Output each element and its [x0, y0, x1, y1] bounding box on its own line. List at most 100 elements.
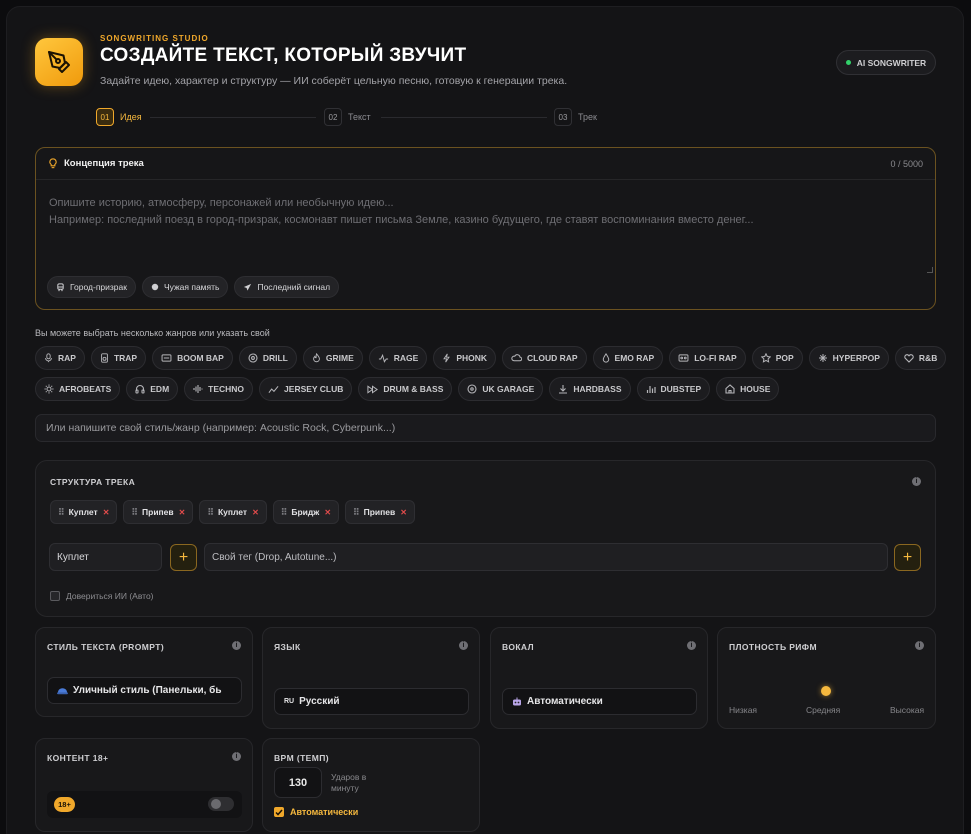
text-style-select[interactable]: Уличный стиль (Панельки, бь — [47, 677, 242, 704]
step-text[interactable]: 02 Текст — [324, 108, 371, 126]
card-title: BPM (ТЕМП) — [274, 753, 329, 763]
genre-techno[interactable]: TECHNO — [184, 377, 254, 401]
genre-dubstep[interactable]: DUBSTEP — [636, 377, 711, 401]
info-icon[interactable]: i — [232, 752, 241, 761]
structure-tag[interactable]: ⠿ Припев ✕ — [345, 500, 415, 524]
genre-label: TRAP — [113, 353, 138, 363]
checkbox-icon[interactable] — [50, 591, 60, 601]
card-title: ПЛОТНОСТЬ РИФМ — [729, 642, 817, 652]
genre-label: DRILL — [262, 353, 288, 363]
genre-rap[interactable]: RAP — [35, 346, 85, 370]
info-icon[interactable]: i — [232, 641, 241, 650]
waveform-icon — [193, 385, 203, 393]
step-connector — [381, 117, 547, 118]
heart-icon — [904, 353, 914, 363]
genre-emo-rap[interactable]: EMO RAP — [592, 346, 664, 370]
placeholder-line: Например: последний поезд в город-призра… — [49, 214, 754, 226]
genre-label: EMO RAP — [614, 353, 655, 363]
density-slider-thumb[interactable] — [821, 686, 831, 696]
speaker-icon — [101, 353, 108, 363]
cassette-icon — [678, 354, 689, 362]
custom-genre-input[interactable]: Или напишите свой стиль/жанр (например: … — [35, 414, 936, 442]
chip-label: Чужая память — [163, 282, 220, 292]
disc-icon — [467, 384, 477, 394]
info-icon[interactable]: i — [915, 641, 924, 650]
concept-panel: Концепция трека 0 / 5000 Опишите историю… — [35, 147, 936, 310]
genre-hardbass[interactable]: HARDBASS — [549, 377, 631, 401]
genre-drill[interactable]: DRILL — [238, 346, 297, 370]
checkmark-icon[interactable] — [274, 807, 284, 817]
drag-handle-icon[interactable]: ⠿ — [353, 507, 360, 518]
concept-textarea[interactable]: Опишите историю, атмосферу, персонажей и… — [49, 195, 754, 229]
bpm-auto-checkbox[interactable]: Автоматически — [274, 807, 358, 817]
genre-boom-bap[interactable]: BOOM BAP — [152, 346, 233, 370]
info-icon[interactable]: i — [912, 477, 921, 486]
idea-chip-ghost-town[interactable]: Город-призрак — [47, 276, 136, 298]
idea-chip-last-signal[interactable]: Последний сигнал — [234, 276, 340, 298]
tag-label: Припев — [363, 507, 396, 517]
genre-lo-fi-rap[interactable]: LO-FI RAP — [669, 346, 746, 370]
genre-cloud-rap[interactable]: CLOUD RAP — [502, 346, 587, 370]
step-idea[interactable]: 01 Идея — [96, 108, 142, 126]
structure-tag[interactable]: ⠿ Бридж ✕ — [272, 500, 340, 524]
genre-uk-garage[interactable]: UK GARAGE — [458, 377, 544, 401]
genre-edm[interactable]: EDM — [126, 377, 179, 401]
resize-handle-icon[interactable] — [927, 267, 933, 273]
genre-label: HOUSE — [740, 384, 771, 394]
language-select[interactable]: RU Русский — [274, 688, 469, 715]
remove-icon[interactable]: ✕ — [400, 508, 407, 517]
genre-rage[interactable]: RAGE — [368, 346, 428, 370]
house-icon — [725, 384, 735, 394]
remove-icon[interactable]: ✕ — [179, 508, 186, 517]
genre-label: TECHNO — [208, 384, 245, 394]
drag-handle-icon[interactable]: ⠿ — [131, 507, 138, 518]
step-track[interactable]: 03 Трек — [554, 108, 597, 126]
trust-ai-checkbox[interactable]: Довериться ИИ (Авто) — [50, 591, 154, 601]
chip-label: Последний сигнал — [257, 282, 331, 292]
genre-drum-and-bass[interactable]: DRUM & BASS — [358, 377, 453, 401]
remove-icon[interactable]: ✕ — [103, 508, 110, 517]
genre-rnb[interactable]: R&B — [894, 346, 947, 370]
drag-handle-icon[interactable]: ⠿ — [207, 507, 214, 518]
info-icon[interactable]: i — [687, 641, 696, 650]
select-value: Уличный стиль (Панельки, бь — [73, 685, 222, 696]
genre-phonk[interactable]: PHONK — [433, 346, 497, 370]
idea-chip-foreign-memory[interactable]: Чужая память — [141, 276, 229, 298]
step-label: Текст — [348, 112, 371, 122]
section-type-select[interactable]: Куплет — [49, 543, 162, 571]
structure-tag[interactable]: ⠿ Припев ✕ — [123, 500, 194, 524]
genre-house[interactable]: HOUSE — [716, 377, 780, 401]
custom-tag-input[interactable]: Свой тег (Drop, Autotune...) — [204, 543, 888, 571]
genre-jersey-club[interactable]: JERSEY CLUB — [259, 377, 353, 401]
genre-grime[interactable]: GRIME — [302, 346, 363, 370]
remove-icon[interactable]: ✕ — [324, 508, 331, 517]
genre-label: HARDBASS — [573, 384, 622, 394]
genre-pop[interactable]: POP — [751, 346, 803, 370]
genre-afrobeats[interactable]: AFROBEATS — [35, 377, 121, 401]
genre-hyperpop[interactable]: HYPERPOP — [808, 346, 889, 370]
flag-code: RU — [284, 698, 295, 705]
robot-icon — [513, 697, 521, 705]
explicit-toggle[interactable] — [208, 797, 234, 811]
tag-label: Бридж — [291, 507, 320, 517]
info-icon[interactable]: i — [459, 641, 468, 650]
vocal-card: ВОКАЛ i Автоматически — [490, 627, 708, 729]
vocal-select[interactable]: Автоматически — [502, 688, 697, 715]
structure-tag[interactable]: ⠿ Куплет ✕ — [50, 500, 118, 524]
bpm-input[interactable]: 130 — [274, 767, 322, 798]
genre-row-1: RAP TRAP BOOM BAP DRILL GRIME RAGE PHONK… — [35, 346, 947, 370]
chip-label: Город-призрак — [70, 282, 127, 292]
structure-tag[interactable]: ⠿ Куплет ✕ — [199, 500, 267, 524]
genre-label: DRUM & BASS — [383, 384, 444, 394]
genre-label: GRIME — [325, 353, 354, 363]
download-icon — [559, 385, 568, 394]
card-title: ЯЗЫК — [274, 642, 301, 652]
add-custom-tag-button[interactable]: + — [894, 544, 921, 571]
remove-icon[interactable]: ✕ — [252, 508, 259, 517]
bolt-icon — [443, 353, 451, 363]
drag-handle-icon[interactable]: ⠿ — [281, 507, 288, 518]
age-badge: 18+ — [54, 797, 75, 812]
genre-trap[interactable]: TRAP — [90, 346, 147, 370]
add-section-button[interactable]: + — [170, 544, 197, 571]
drag-handle-icon[interactable]: ⠿ — [58, 507, 65, 518]
